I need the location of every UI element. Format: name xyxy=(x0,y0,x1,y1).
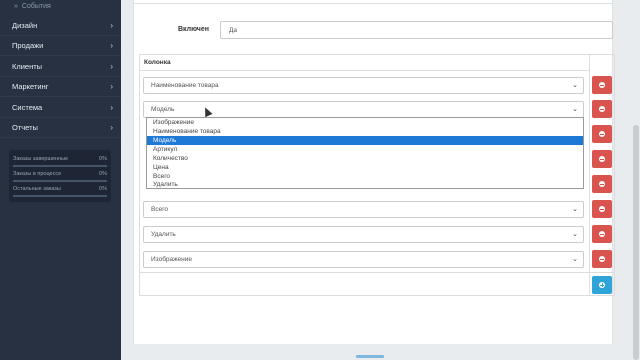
sidebar-item-label: Отчеты xyxy=(12,123,38,132)
column-select-value: Наименование товара xyxy=(151,82,219,89)
column-select[interactable]: Наименование товара ⌄ xyxy=(143,77,584,94)
stat-value: 0% xyxy=(99,156,107,162)
sidebar-item-label: Маркетинг xyxy=(12,82,49,91)
stat-label: Остальные заказы xyxy=(13,186,61,192)
column-select-value: Изображение xyxy=(151,256,192,263)
double-chevron-icon: » xyxy=(14,3,18,10)
minus-circle-icon xyxy=(599,156,605,162)
chevron-down-icon: ⌄ xyxy=(572,82,578,89)
sidebar-item-label: Дизайн xyxy=(12,21,38,30)
dropdown-option[interactable]: Цена xyxy=(147,163,583,172)
column-select-value: Модель xyxy=(151,106,175,113)
remove-column-button[interactable] xyxy=(592,125,612,143)
remove-column-button[interactable] xyxy=(592,250,612,268)
stat-value: 0% xyxy=(99,186,107,192)
enabled-select[interactable]: Да xyxy=(220,21,613,39)
minus-circle-icon xyxy=(599,82,605,88)
chevron-right-icon: › xyxy=(110,41,113,50)
stat-completed-orders: Заказы завершенные 0% xyxy=(13,156,107,167)
column-select[interactable]: Изображение ⌄ xyxy=(143,251,584,268)
sidebar-item-sales[interactable]: Продажи › xyxy=(0,36,121,56)
remove-column-button[interactable] xyxy=(592,225,612,243)
minus-circle-icon xyxy=(599,256,605,262)
sidebar-subitem-label: События xyxy=(21,3,51,10)
column-header-label: Колонка xyxy=(144,59,171,66)
column-select[interactable]: Всего ⌄ xyxy=(143,201,584,218)
remove-column-button[interactable] xyxy=(592,200,612,218)
column-select-value: Удалить xyxy=(151,231,176,238)
remove-column-button[interactable] xyxy=(592,175,612,193)
sidebar-item-system[interactable]: Система › xyxy=(0,98,121,118)
remove-column-button[interactable] xyxy=(592,150,612,168)
plus-circle-icon xyxy=(599,282,605,288)
scrollbar-thumb[interactable] xyxy=(633,125,639,360)
dropdown-option[interactable]: Артикул xyxy=(147,145,583,154)
minus-circle-icon xyxy=(599,131,605,137)
dropdown-option[interactable]: Изображение xyxy=(147,118,583,127)
column-dropdown-list: Изображение Наименование товара Модель А… xyxy=(146,117,584,189)
table-column-divider xyxy=(589,54,590,296)
column-select[interactable]: Удалить ⌄ xyxy=(143,226,584,243)
stat-progress-bar xyxy=(13,195,107,197)
dropdown-option[interactable]: Удалить xyxy=(147,180,583,189)
remove-column-button[interactable] xyxy=(592,76,612,94)
stat-processing-orders: Заказы в процессе 0% xyxy=(13,171,107,182)
sidebar-item-label: Продажи xyxy=(12,41,44,50)
chevron-right-icon: › xyxy=(110,21,113,30)
stat-value: 0% xyxy=(99,171,107,177)
stat-label: Заказы в процессе xyxy=(13,171,62,177)
stat-progress-bar xyxy=(13,180,107,182)
stat-other-orders: Остальные заказы 0% xyxy=(13,186,107,197)
minus-circle-icon xyxy=(599,206,605,212)
chevron-right-icon: › xyxy=(110,62,113,71)
chevron-right-icon: › xyxy=(110,82,113,91)
sidebar-item-marketing[interactable]: Маркетинг › xyxy=(0,77,121,97)
column-select-value: Всего xyxy=(151,206,169,213)
minus-circle-icon xyxy=(599,106,605,112)
stat-label: Заказы завершенные xyxy=(13,156,69,162)
chevron-down-icon: ⌄ xyxy=(572,256,578,263)
enabled-label: Включен xyxy=(178,26,209,33)
table-footer-divider xyxy=(139,272,615,273)
sidebar-item-customers[interactable]: Клиенты › xyxy=(0,57,121,77)
chevron-down-icon: ⌄ xyxy=(572,106,578,113)
sidebar-item-label: Система xyxy=(12,103,43,112)
columns-table-header xyxy=(139,54,589,71)
sidebar-item-design[interactable]: Дизайн › xyxy=(0,16,121,36)
dropdown-option[interactable]: Количество xyxy=(147,154,583,163)
dropdown-option-selected[interactable]: Модель xyxy=(147,136,583,145)
sidebar: » События Дизайн › Продажи › Клиенты › М… xyxy=(0,0,121,360)
minus-circle-icon xyxy=(599,181,605,187)
sidebar-subitem-events[interactable]: » События xyxy=(14,1,51,12)
add-column-button[interactable] xyxy=(592,276,612,294)
chevron-down-icon: ⌄ xyxy=(572,231,578,238)
order-stats-panel: Заказы завершенные 0% Заказы в процессе … xyxy=(9,150,111,202)
stat-progress-bar xyxy=(13,165,107,167)
chevron-right-icon: › xyxy=(110,123,113,132)
sidebar-item-reports[interactable]: Отчеты › xyxy=(0,118,121,138)
chevron-down-icon: ⌄ xyxy=(572,206,578,213)
minus-circle-icon xyxy=(599,231,605,237)
dropdown-option[interactable]: Наименование товара xyxy=(147,127,583,136)
chevron-right-icon: › xyxy=(110,103,113,112)
footer-link[interactable] xyxy=(356,355,384,358)
remove-column-button[interactable] xyxy=(592,100,612,118)
sidebar-item-label: Клиенты xyxy=(12,62,43,71)
